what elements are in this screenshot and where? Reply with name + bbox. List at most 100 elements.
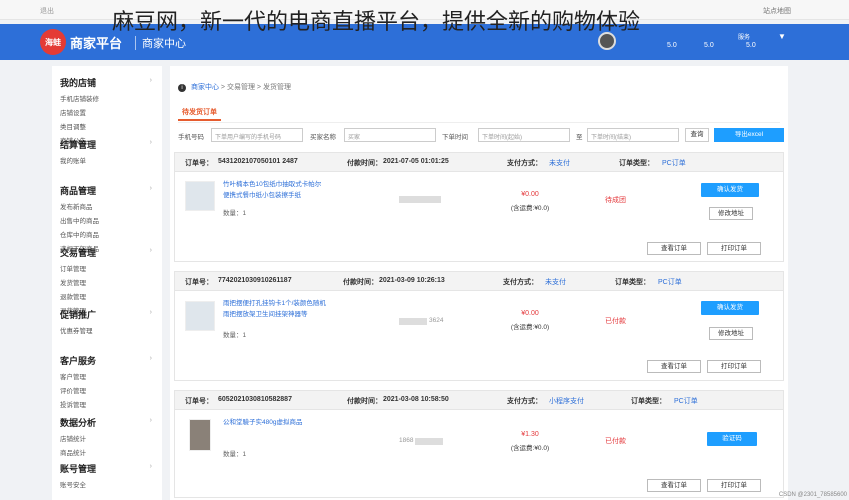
paid-time: 2021-03-08 10:58:50 (383, 396, 449, 403)
pay-method: 未支付 (549, 160, 570, 167)
score-1: 5.0 (667, 42, 677, 49)
chevron-right-icon[interactable]: › (150, 139, 152, 146)
order-status: 已付款 (605, 318, 626, 325)
sidebar-item[interactable]: 店铺统计 (60, 433, 111, 443)
pay-method-label: 支付方式： (503, 279, 538, 286)
sidebar-item[interactable]: 退款管理 (60, 291, 111, 301)
start-time-input[interactable]: 下单时间(起始) (478, 128, 570, 142)
sidebar-item[interactable]: 出售中的商品 (60, 215, 111, 225)
sidebar-item[interactable]: 类目调整 (60, 121, 111, 131)
order-card: 订单号： 7742021030910261187 付款时间： 2021-03-0… (174, 271, 784, 381)
paid-time: 2021-07-05 01:01:25 (383, 158, 449, 165)
edit-address-button[interactable]: 修改地址 (709, 207, 753, 220)
section-title[interactable]: 促销推广 (60, 308, 160, 321)
section-title[interactable]: 交易管理 (60, 246, 160, 259)
order-type-label: 订单类型： (615, 279, 650, 286)
sidebar-item[interactable]: 发货管理 (60, 277, 111, 287)
order-type: PC订单 (662, 160, 686, 167)
breadcrumb-home[interactable]: 商家中心 (191, 84, 219, 91)
product-name[interactable]: 竹叶楠本色10包纸巾抽取式卡帕尔便携式餐巾纸小包装擦手纸 (223, 179, 327, 201)
sidebar-section-service: 客户服务 › 客户管理 评价管理 投诉管理 (60, 354, 160, 413)
sidebar-item[interactable]: 发布新商品 (60, 201, 111, 211)
paid-time-label: 付款时间： (347, 398, 382, 405)
section-title[interactable]: 客户服务 (60, 354, 160, 367)
filter-bar: 手机号码 下单用户编写的手机号码 买家名称 买家 下单时间 下单时间(起始) 至… (178, 128, 784, 144)
price: ¥1.30 (521, 431, 539, 438)
score-2: 5.0 (704, 42, 714, 49)
sidebar-item[interactable]: 评价管理 (60, 385, 111, 395)
chevron-right-icon[interactable]: › (150, 309, 152, 316)
buyer-info-blurred (415, 438, 443, 445)
buyer-label: 买家名称 (310, 134, 336, 141)
verify-code-button[interactable]: 验证码 (707, 432, 757, 446)
buyer-input[interactable]: 买家 (344, 128, 436, 142)
product-name[interactable]: 雨把摆便打孔挂钩卡1个/装颜色随机雨把摆放架卫生间挂架神器等 (223, 298, 327, 320)
sidebar-section-account: 账号管理 › 账号安全 (60, 462, 160, 493)
logout-link[interactable]: 退出 (40, 6, 54, 16)
product-name[interactable]: 公和堂驗子实480g虚拟商品 (223, 417, 327, 428)
sidebar-item[interactable]: 投诉管理 (60, 399, 111, 409)
sidebar-section-settlement: 结算管理 › 我的账单 (60, 138, 160, 169)
sidebar-item[interactable]: 优惠券管理 (60, 325, 111, 335)
chevron-right-icon[interactable]: › (150, 77, 152, 84)
pay-method-label: 支付方式： (507, 160, 542, 167)
export-excel-button[interactable]: 导出excel (714, 128, 784, 142)
service-label: 服务 (738, 35, 751, 41)
quantity: 数量：1 (223, 210, 247, 217)
sidebar-item[interactable]: 订单管理 (60, 263, 111, 273)
section-title[interactable]: 商品管理 (60, 184, 160, 197)
breadcrumb-sep: > (220, 84, 225, 91)
sidebar-item[interactable]: 店铺设置 (60, 107, 111, 117)
query-button[interactable]: 查询 (685, 128, 709, 142)
confirm-ship-button[interactable]: 确认发货 (701, 183, 759, 197)
view-order-button[interactable]: 查看订单 (647, 360, 701, 373)
product-thumbnail[interactable] (189, 419, 211, 451)
paid-time-label: 付款时间： (343, 279, 378, 286)
sidebar-item[interactable]: 客户管理 (60, 371, 111, 381)
breadcrumb-level2[interactable]: 交易管理 (227, 84, 255, 91)
section-title[interactable]: 结算管理 (60, 138, 160, 151)
edit-address-button[interactable]: 修改地址 (709, 327, 753, 340)
to-label: 至 (576, 134, 583, 141)
chevron-right-icon[interactable]: › (150, 185, 152, 192)
order-type-label: 订单类型： (619, 160, 654, 167)
tab-pending-orders[interactable]: 待发货订单 (178, 107, 221, 121)
print-order-button[interactable]: 打印订单 (707, 360, 761, 373)
sidebar-item[interactable]: 我的账单 (60, 155, 111, 165)
order-no: 6052021030810582887 (218, 396, 292, 403)
main-content: i 商家中心 > 交易管理 > 发货管理 待发货订单 手机号码 下单用户编写的手… (170, 66, 788, 500)
pay-method: 未支付 (545, 279, 566, 286)
end-time-input[interactable]: 下单时间(结束) (587, 128, 679, 142)
sidebar-item[interactable]: 商品统计 (60, 447, 111, 457)
section-title[interactable]: 我的店铺 (60, 76, 160, 89)
view-order-button[interactable]: 查看订单 (647, 242, 701, 255)
view-order-button[interactable]: 查看订单 (647, 479, 701, 492)
chevron-right-icon[interactable]: › (150, 463, 152, 470)
product-thumbnail[interactable] (185, 301, 215, 331)
score-3: 5.0 (746, 42, 756, 49)
section-title[interactable]: 账号管理 (60, 462, 160, 475)
confirm-ship-button[interactable]: 确认发货 (701, 301, 759, 315)
sidebar-item[interactable]: 仓库中的商品 (60, 229, 111, 239)
shipping-fee: (含运费:¥0.0) (510, 324, 550, 331)
chevron-right-icon[interactable]: › (150, 417, 152, 424)
sitemap-link[interactable]: 站点地图 (763, 6, 791, 16)
sidebar-item[interactable]: 账号安全 (60, 479, 111, 489)
chevron-right-icon[interactable]: › (150, 247, 152, 254)
chevron-down-icon[interactable]: ▼ (778, 32, 786, 41)
buyer-phone-suffix: 3624 (429, 317, 444, 324)
logo: 海蛙 (40, 29, 66, 55)
breadcrumb: i 商家中心 > 交易管理 > 发货管理 (178, 82, 291, 92)
tab-divider (178, 122, 780, 123)
sidebar-item[interactable]: 手机店铺装修 (60, 93, 111, 103)
section-title[interactable]: 数据分析 (60, 416, 160, 429)
chevron-right-icon[interactable]: › (150, 355, 152, 362)
product-thumbnail[interactable] (185, 181, 215, 211)
print-order-button[interactable]: 打印订单 (707, 479, 761, 492)
order-type-label: 订单类型： (631, 398, 666, 405)
sidebar: 我的店铺 › 手机店铺装修 店铺设置 类目调整 商铺公告 结算管理 › 我的账单… (52, 66, 162, 500)
phone-input[interactable]: 下单用户编写的手机号码 (211, 128, 303, 142)
shipping-fee: (含运费:¥0.0) (510, 445, 550, 452)
print-order-button[interactable]: 打印订单 (707, 242, 761, 255)
sidebar-section-promotion: 促销推广 › 优惠券管理 (60, 308, 160, 339)
